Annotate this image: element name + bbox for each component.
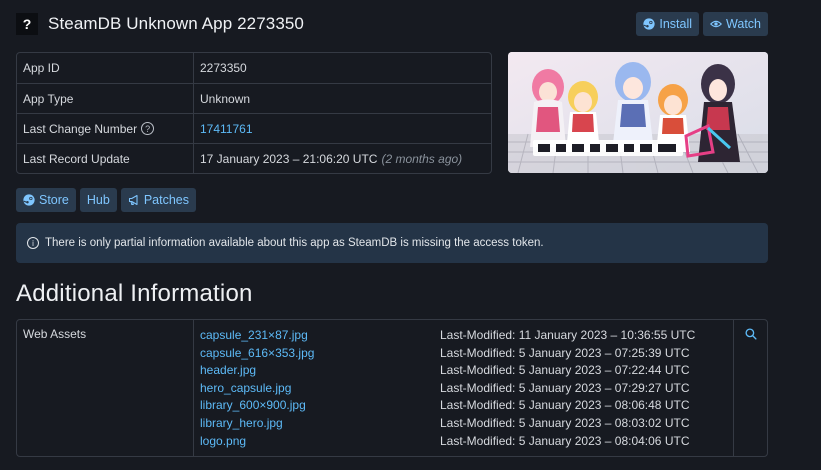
row-label-last-change: Last Change Number ? xyxy=(17,114,194,143)
hub-label: Hub xyxy=(86,193,110,207)
app-type-value: Unknown xyxy=(200,91,251,106)
section-heading: Additional Information xyxy=(16,280,253,307)
notice-text: There is only partial information availa… xyxy=(45,237,544,249)
web-assets-label: Web Assets xyxy=(17,320,194,456)
watch-label: Watch xyxy=(726,17,761,31)
asset-modified-date: Last-Modified: 5 January 2023 – 07:25:39… xyxy=(440,345,690,360)
install-label: Install xyxy=(659,17,693,31)
asset-file-link[interactable]: capsule_616×353.jpg xyxy=(200,345,428,363)
install-button[interactable]: Install xyxy=(636,12,700,36)
row-label-app-type: App Type xyxy=(17,84,194,113)
asset-modified-date: Last-Modified: 5 January 2023 – 08:04:06… xyxy=(440,433,690,448)
asset-file-link[interactable]: library_600×900.jpg xyxy=(200,397,428,415)
asset-modified-date: Last-Modified: 5 January 2023 – 07:29:27… xyxy=(440,380,690,395)
eye-icon xyxy=(710,20,723,28)
partial-info-notice: i There is only partial information avai… xyxy=(16,223,768,263)
app-icon: ? xyxy=(16,13,38,35)
header-capsule-image xyxy=(508,52,768,173)
last-record-update-date: 17 January 2023 – 21:06:20 UTC xyxy=(200,151,378,166)
last-change-value: 17411761 xyxy=(194,114,491,143)
watch-button[interactable]: Watch xyxy=(703,12,768,36)
last-record-update-value: 17 January 2023 – 21:06:20 UTC (2 months… xyxy=(194,144,491,173)
store-label: Store xyxy=(39,193,69,207)
asset-modified-date: Last-Modified: 5 January 2023 – 08:06:48… xyxy=(440,398,690,413)
search-icon[interactable] xyxy=(744,328,757,340)
asset-modified-date: Last-Modified: 5 January 2023 – 07:22:44… xyxy=(440,363,690,378)
asset-modified-date: Last-Modified: 5 January 2023 – 08:03:02… xyxy=(440,415,690,430)
capsule-artwork xyxy=(508,52,768,173)
hub-button[interactable]: Hub xyxy=(79,188,117,212)
asset-modified-date: Last-Modified: 11 January 2023 – 10:36:5… xyxy=(440,328,696,342)
info-icon: i xyxy=(27,237,39,249)
page-title: SteamDB Unknown App 2273350 xyxy=(48,14,304,33)
app-id-value: 2273350 xyxy=(200,61,247,75)
asset-file-link[interactable]: capsule_231×87.jpg xyxy=(200,327,428,345)
table-row: Last Change Number ? 17411761 xyxy=(17,113,491,143)
patches-button[interactable]: Patches xyxy=(120,188,196,212)
asset-file-list: capsule_231×87.jpg capsule_616×353.jpg h… xyxy=(194,320,434,456)
table-row: Last Record Update 17 January 2023 – 21:… xyxy=(17,143,491,173)
megaphone-icon xyxy=(128,194,138,206)
last-change-label: Last Change Number xyxy=(23,121,138,136)
page: ? SteamDB Unknown App 2273350 Install Wa… xyxy=(0,0,821,470)
asset-file-link[interactable]: header.jpg xyxy=(200,362,428,380)
web-assets-table: Web Assets capsule_231×87.jpg capsule_61… xyxy=(16,319,768,457)
table-row: App ID 2273350 xyxy=(17,53,491,83)
row-label-last-record-update: Last Record Update xyxy=(17,144,194,173)
question-circle-icon[interactable]: ? xyxy=(141,122,155,135)
asset-file-link[interactable]: logo.png xyxy=(200,433,428,451)
steam-icon xyxy=(23,194,35,206)
app-header: ? SteamDB Unknown App 2273350 Install Wa… xyxy=(16,10,768,38)
header-actions: Install Watch xyxy=(636,12,768,36)
patches-label: Patches xyxy=(143,193,189,207)
relative-time: (2 months ago) xyxy=(381,151,463,166)
table-row: App Type Unknown xyxy=(17,83,491,113)
store-button[interactable]: Store xyxy=(16,188,76,212)
assets-search-cell xyxy=(734,320,767,456)
app-info-table: App ID 2273350 App Type Unknown Last Cha… xyxy=(16,52,492,174)
asset-modified-list: Last-Modified: 11 January 2023 – 10:36:5… xyxy=(434,320,734,456)
app-links: Store Hub Patches xyxy=(16,188,196,212)
asset-file-link[interactable]: library_hero.jpg xyxy=(200,415,428,433)
steam-icon xyxy=(643,18,655,30)
asset-file-link[interactable]: hero_capsule.jpg xyxy=(200,380,428,398)
row-label-app-id: App ID xyxy=(17,53,194,83)
change-number-link[interactable]: 17411761 xyxy=(200,122,253,136)
